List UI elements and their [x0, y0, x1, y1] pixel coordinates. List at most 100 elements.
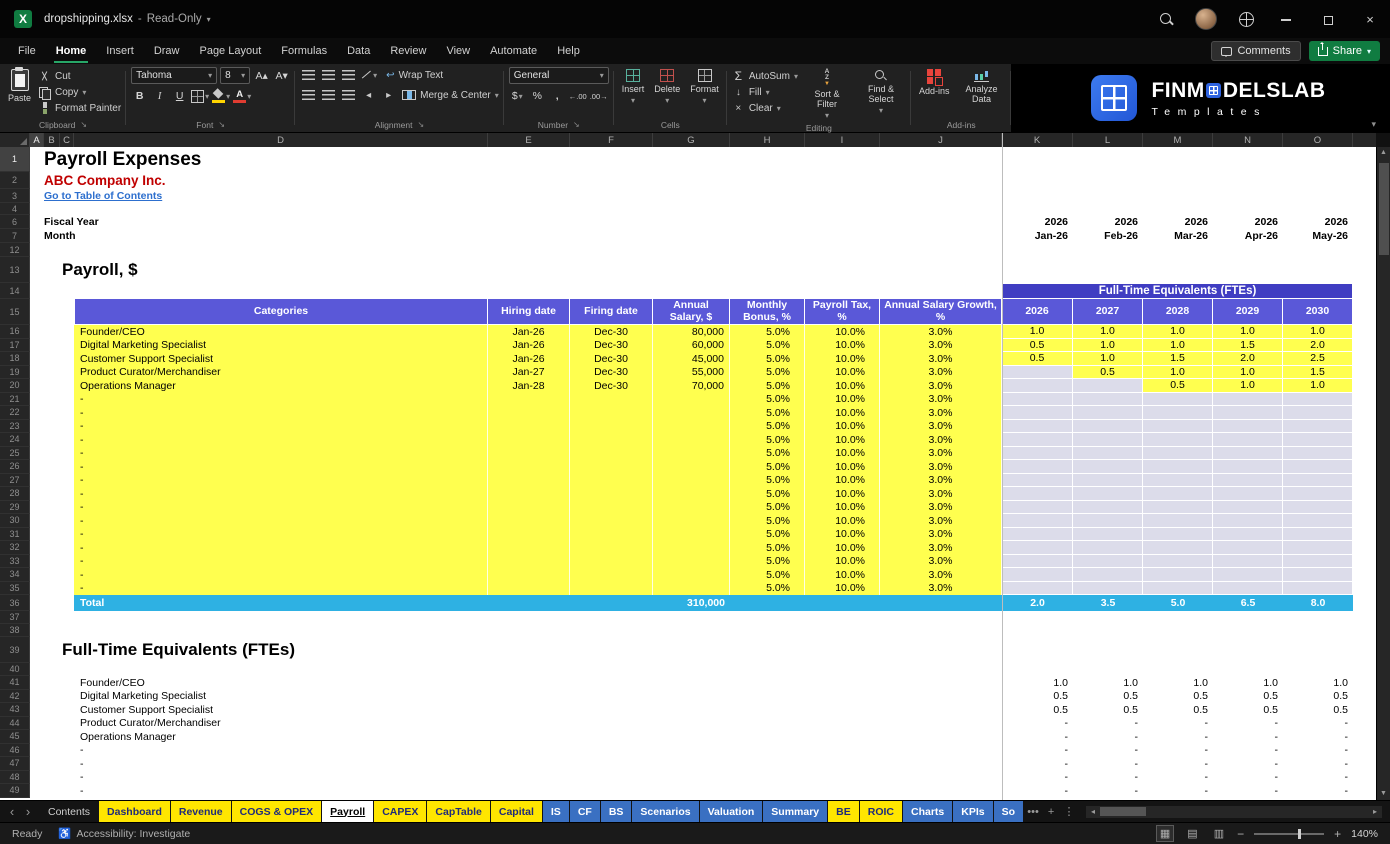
- fte-section-title[interactable]: Full-Time Equivalents (FTEs): [60, 637, 1002, 663]
- fte-cell[interactable]: [1073, 514, 1143, 528]
- category-cell[interactable]: -: [74, 581, 488, 595]
- category-cell[interactable]: -: [74, 527, 488, 541]
- fte-month-value[interactable]: 0.5: [1283, 690, 1353, 704]
- menu-tab-insert[interactable]: Insert: [96, 38, 144, 64]
- comments-button[interactable]: Comments: [1211, 41, 1301, 61]
- fte-banner[interactable]: Full-Time Equivalents (FTEs): [1002, 283, 1353, 299]
- fte-month-value[interactable]: -: [1213, 717, 1283, 731]
- fte-cell[interactable]: [1143, 514, 1213, 528]
- company-name[interactable]: ABC Company Inc.: [44, 172, 1002, 189]
- category-cell[interactable]: -: [74, 419, 488, 433]
- fte-cell[interactable]: 2.0: [1283, 338, 1353, 352]
- fte-cell[interactable]: [1073, 581, 1143, 595]
- annual-salary-cell[interactable]: [653, 419, 730, 433]
- payroll-tax-cell[interactable]: 10.0%: [805, 406, 880, 420]
- hiring-date-cell[interactable]: [488, 581, 570, 595]
- salary-growth-cell[interactable]: 3.0%: [880, 527, 1002, 541]
- fte-month-value[interactable]: -: [1073, 757, 1143, 771]
- format-cells-button[interactable]: Format ▾: [687, 67, 722, 108]
- firing-date-cell[interactable]: Dec-30: [570, 352, 653, 366]
- sort-filter-button[interactable]: AZSort & Filter▾: [802, 67, 852, 123]
- fte-row-label[interactable]: -: [74, 771, 488, 785]
- annual-salary-cell[interactable]: [653, 392, 730, 406]
- fte-cell[interactable]: [1002, 419, 1073, 433]
- number-format-select[interactable]: General ▾: [508, 67, 609, 84]
- fte-month-value[interactable]: -: [1143, 730, 1213, 744]
- sheet-tab-is[interactable]: IS: [542, 801, 569, 822]
- hiring-date-cell[interactable]: [488, 473, 570, 487]
- accessibility-status[interactable]: ♿ Accessibility: Investigate: [58, 827, 190, 841]
- fte-month-value[interactable]: -: [1002, 784, 1073, 798]
- row-header[interactable]: 18: [0, 352, 30, 366]
- col-header-payroll-tax[interactable]: Payroll Tax, %: [805, 299, 880, 325]
- annual-salary-cell[interactable]: [653, 473, 730, 487]
- payroll-tax-cell[interactable]: 10.0%: [805, 581, 880, 595]
- payroll-tax-cell[interactable]: 10.0%: [805, 500, 880, 514]
- fiscal-year-value[interactable]: 2026: [1213, 215, 1283, 229]
- firing-date-cell[interactable]: [570, 541, 653, 555]
- align-middle-button[interactable]: [320, 67, 337, 83]
- col-header-salary-growth[interactable]: Annual Salary Growth, %: [880, 299, 1002, 325]
- fte-cell[interactable]: [1213, 406, 1283, 420]
- scroll-right-arrow[interactable]: ▸: [1370, 807, 1380, 816]
- payroll-tax-cell[interactable]: 10.0%: [805, 473, 880, 487]
- fte-cell[interactable]: [1002, 446, 1073, 460]
- fte-month-value[interactable]: -: [1143, 744, 1213, 758]
- fte-cell[interactable]: [1002, 541, 1073, 555]
- fte-month-value[interactable]: -: [1073, 730, 1143, 744]
- sheet-tab-dashboard[interactable]: Dashboard: [99, 801, 170, 822]
- firing-date-cell[interactable]: [570, 460, 653, 474]
- row-header[interactable]: 31: [0, 527, 30, 541]
- zoom-slider[interactable]: [1254, 828, 1325, 839]
- hiring-date-cell[interactable]: [488, 419, 570, 433]
- category-cell[interactable]: -: [74, 433, 488, 447]
- col-header-fte-year[interactable]: 2030: [1283, 299, 1353, 325]
- monthly-bonus-cell[interactable]: 5.0%: [730, 325, 805, 339]
- menu-tab-file[interactable]: File: [8, 38, 46, 64]
- fte-cell[interactable]: [1143, 527, 1213, 541]
- fte-cell[interactable]: [1143, 568, 1213, 582]
- fte-cell[interactable]: [1002, 473, 1073, 487]
- col-header-hiring-date[interactable]: Hiring date: [488, 299, 570, 325]
- row-header[interactable]: 1: [0, 147, 30, 172]
- column-header-F[interactable]: F: [570, 133, 653, 147]
- payroll-tax-cell[interactable]: 10.0%: [805, 365, 880, 379]
- fte-cell[interactable]: [1283, 527, 1353, 541]
- fte-cell[interactable]: [1143, 419, 1213, 433]
- fte-cell[interactable]: [1283, 514, 1353, 528]
- fiscal-year-value[interactable]: 2026: [1002, 215, 1073, 229]
- page-layout-view-button[interactable]: ▤: [1184, 826, 1200, 841]
- dialog-launcher-icon[interactable]: ↘: [80, 120, 87, 129]
- sheet-tab-capex[interactable]: CAPEX: [374, 801, 427, 822]
- annual-salary-cell[interactable]: 60,000: [653, 338, 730, 352]
- sheet-tab-payroll[interactable]: Payroll: [322, 801, 374, 822]
- fte-cell[interactable]: 1.0: [1002, 325, 1073, 339]
- sheet-tab-capital[interactable]: Capital: [490, 801, 542, 822]
- fte-cell[interactable]: [1073, 406, 1143, 420]
- menu-tab-automate[interactable]: Automate: [480, 38, 547, 64]
- increase-font-button[interactable]: A▴: [253, 68, 270, 84]
- fte-month-value[interactable]: 1.0: [1143, 676, 1213, 690]
- salary-growth-cell[interactable]: 3.0%: [880, 446, 1002, 460]
- align-top-button[interactable]: [300, 67, 317, 83]
- firing-date-cell[interactable]: [570, 554, 653, 568]
- menu-tab-view[interactable]: View: [436, 38, 480, 64]
- sheet-tab-so[interactable]: So: [993, 801, 1024, 822]
- column-header-N[interactable]: N: [1213, 133, 1283, 147]
- fte-month-value[interactable]: 1.0: [1283, 676, 1353, 690]
- sheet-tab-bs[interactable]: BS: [600, 801, 632, 822]
- page-break-view-button[interactable]: ▥: [1211, 826, 1227, 841]
- align-bottom-button[interactable]: [340, 67, 357, 83]
- sheet-tab-contents[interactable]: Contents: [40, 801, 98, 822]
- fte-row-label[interactable]: -: [74, 757, 488, 771]
- column-header-A[interactable]: A: [30, 133, 44, 147]
- document-title[interactable]: dropshipping.xlsx - Read-Only ▾: [44, 13, 211, 25]
- annual-salary-cell[interactable]: [653, 500, 730, 514]
- fte-month-value[interactable]: -: [1283, 717, 1353, 731]
- row-header[interactable]: 42: [0, 689, 30, 703]
- fte-month-value[interactable]: 1.0: [1073, 676, 1143, 690]
- row-header[interactable]: 41: [0, 676, 30, 690]
- fte-cell[interactable]: [1283, 581, 1353, 595]
- salary-growth-cell[interactable]: 3.0%: [880, 406, 1002, 420]
- hiring-date-cell[interactable]: [488, 554, 570, 568]
